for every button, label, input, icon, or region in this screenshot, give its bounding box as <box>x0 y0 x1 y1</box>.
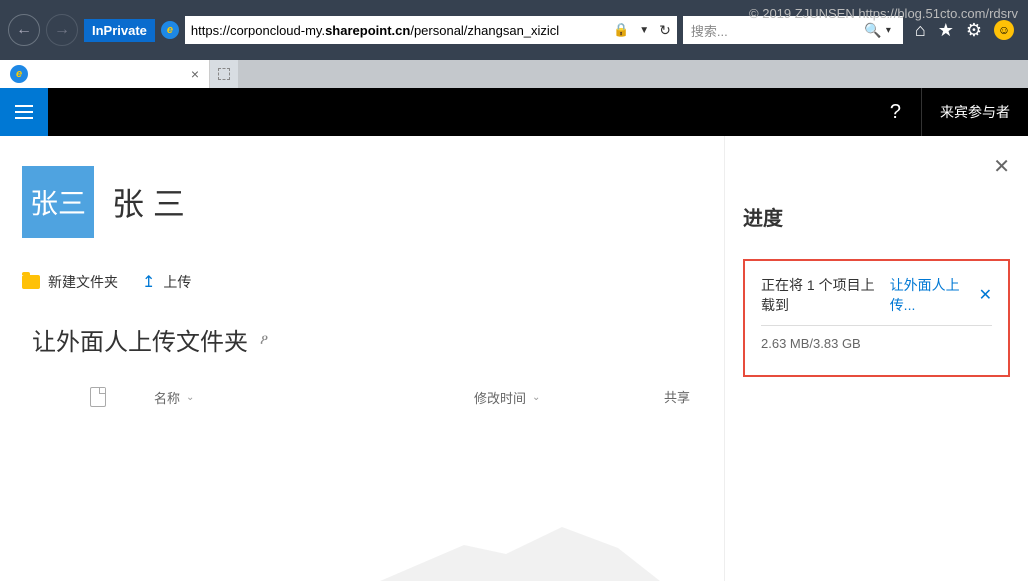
guest-role-label[interactable]: 来宾参与者 <box>921 88 1028 136</box>
refresh-icon[interactable]: ↻ <box>659 22 671 39</box>
panel-title: 进度 <box>743 202 1010 231</box>
settings-icon[interactable]: ⚙ <box>966 20 982 41</box>
upload-icon: ↥ <box>142 272 155 292</box>
toolbar: 新建文件夹 ↥ 上传 <box>0 238 724 304</box>
progress-item: 正在将 1 个项目上载到 让外面人上传... ✕ 2.63 MB/3.83 GB <box>743 259 1010 377</box>
back-button[interactable]: ← <box>8 14 40 46</box>
search-dropdown-icon[interactable]: ▾ <box>882 25 895 36</box>
forward-button[interactable]: → <box>46 14 78 46</box>
upload-button[interactable]: ↥ 上传 <box>142 272 191 292</box>
main-content: 张三 张 三 新建文件夹 ↥ 上传 让外面人上传文件夹 ዖ 名称⌄ 修改时间⌄ … <box>0 136 1028 581</box>
home-icon[interactable]: ⌂ <box>915 20 926 41</box>
tab-bar: e × <box>0 60 1028 88</box>
browser-icons: ⌂ ★ ⚙ ☺ <box>909 20 1020 41</box>
avatar: 张三 <box>22 166 94 238</box>
column-share[interactable]: 共享 <box>664 387 724 407</box>
app-header: ? 来宾参与者 <box>0 88 1028 136</box>
column-modified[interactable]: 修改时间⌄ <box>474 387 624 407</box>
address-bar[interactable]: https://corponcloud-my.sharepoint.cn/per… <box>185 16 677 44</box>
lock-icon: 🔒 <box>613 22 629 38</box>
feedback-icon[interactable]: ☺ <box>994 20 1014 40</box>
folder-icon <box>22 275 40 289</box>
hamburger-menu[interactable] <box>0 88 48 136</box>
file-area: 张三 张 三 新建文件夹 ↥ 上传 让外面人上传文件夹 ዖ 名称⌄ 修改时间⌄ … <box>0 136 724 581</box>
sort-icon: ⌄ <box>186 392 194 403</box>
empty-state-graphic <box>380 521 660 581</box>
ie-icon: e <box>161 21 179 39</box>
username: 张 三 <box>112 179 185 225</box>
search-icon[interactable]: 🔍 <box>864 22 881 39</box>
url-dropdown-icon[interactable]: ▼ <box>635 25 653 36</box>
hamburger-icon <box>15 105 33 119</box>
progress-destination-link[interactable]: 让外面人上传... <box>890 275 973 315</box>
tab-close-icon[interactable]: × <box>191 66 199 82</box>
share-folder-icon[interactable]: ዖ <box>260 331 268 348</box>
new-tab-button[interactable] <box>210 60 238 88</box>
folder-title: 让外面人上传文件夹 ዖ <box>0 304 724 357</box>
upload-label: 上传 <box>163 272 191 292</box>
url-text: https://corponcloud-my.sharepoint.cn/per… <box>191 23 607 38</box>
search-placeholder: 搜索... <box>691 21 865 40</box>
new-folder-label: 新建文件夹 <box>48 272 118 292</box>
progress-message: 正在将 1 个项目上载到 <box>761 275 884 315</box>
profile: 张三 张 三 <box>0 166 724 238</box>
tab-favicon-icon: e <box>10 65 28 83</box>
new-tab-icon <box>218 68 230 80</box>
inprivate-badge: InPrivate <box>84 19 155 42</box>
sort-icon: ⌄ <box>532 392 540 403</box>
cancel-upload-button[interactable]: ✕ <box>979 285 992 305</box>
file-type-icon <box>90 387 106 407</box>
favorites-icon[interactable]: ★ <box>938 20 954 41</box>
help-button[interactable]: ? <box>870 101 921 124</box>
close-panel-button[interactable]: ✕ <box>993 154 1010 179</box>
browser-tab[interactable]: e × <box>0 60 210 88</box>
divider <box>761 325 992 326</box>
watermark: © 2019 ZJUNSEN https://blog.51cto.com/rd… <box>749 6 1018 21</box>
progress-panel: ✕ 进度 正在将 1 个项目上载到 让外面人上传... ✕ 2.63 MB/3.… <box>724 136 1028 581</box>
progress-size: 2.63 MB/3.83 GB <box>761 336 992 351</box>
column-name[interactable]: 名称⌄ <box>154 387 434 407</box>
file-list-header: 名称⌄ 修改时间⌄ 共享 <box>0 357 724 417</box>
new-folder-button[interactable]: 新建文件夹 <box>22 272 118 292</box>
